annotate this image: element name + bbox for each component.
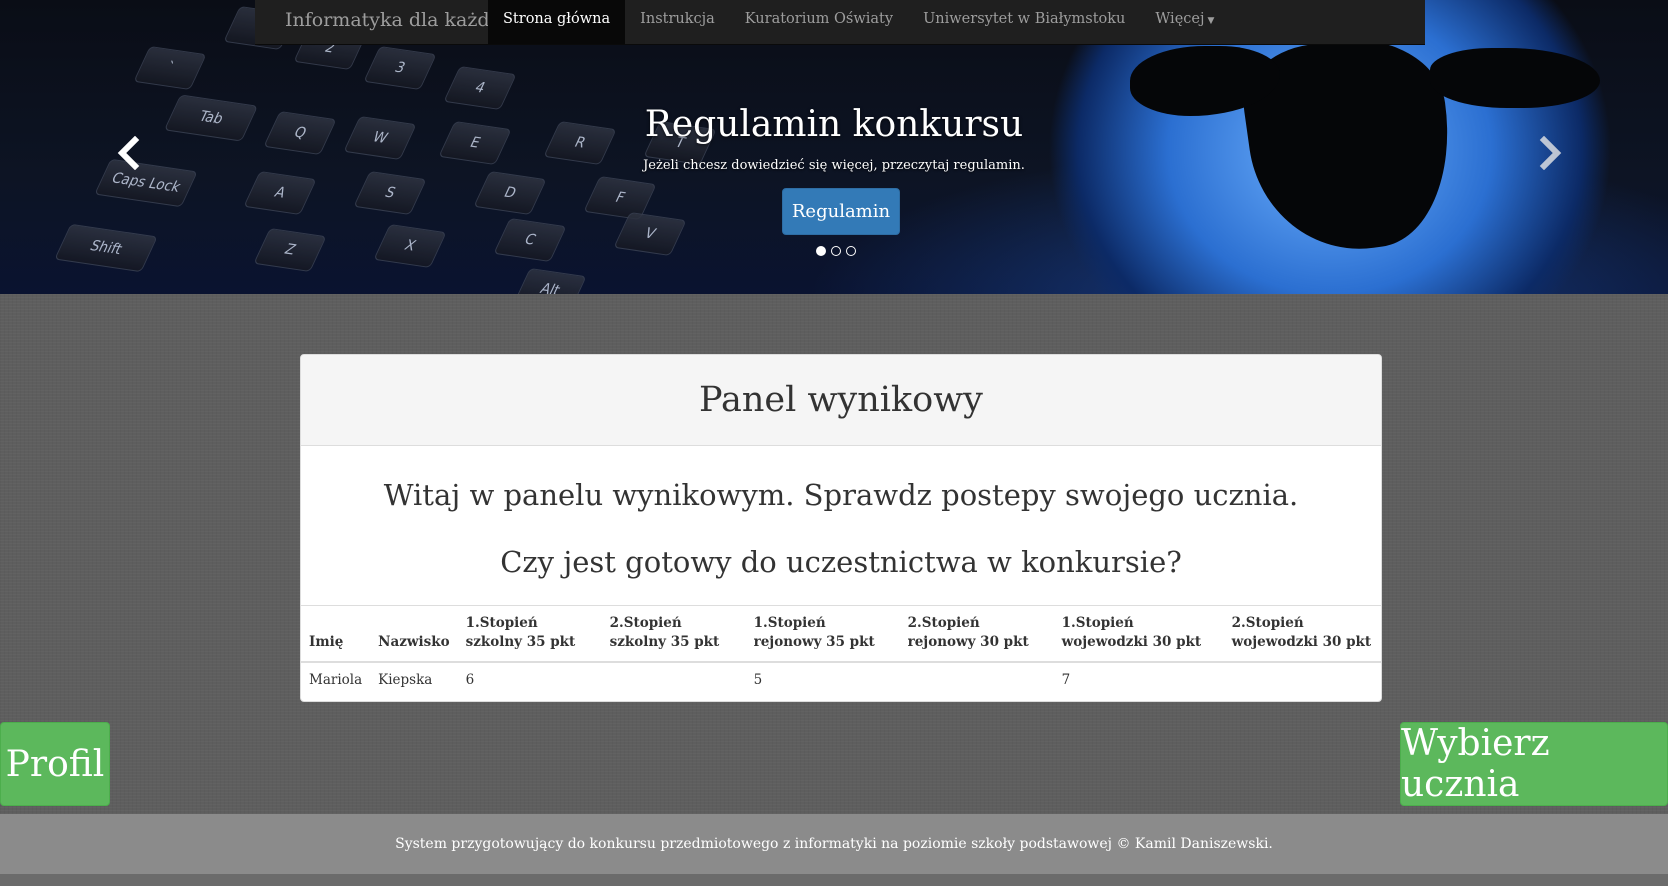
footer-bottom-bar	[0, 874, 1668, 886]
question-text: Czy jest gotowy do uczestnictwa w konkur…	[500, 545, 1182, 579]
caret-down-icon: ▼	[1207, 16, 1215, 26]
nav-item-more-dropdown[interactable]: Więcej ▼	[1140, 0, 1229, 44]
choose-student-button[interactable]: Wybierz ucznia	[1400, 722, 1668, 806]
footer-text: System przygotowujący do konkursu przedm…	[395, 836, 1273, 852]
column-header: 2.Stopień szkolny 35 pkt	[601, 605, 746, 663]
regulamin-button[interactable]: Regulamin	[782, 188, 900, 235]
profile-button[interactable]: Profil	[0, 722, 110, 806]
nav-item-kuratorium[interactable]: Kuratorium Oświaty	[730, 0, 908, 44]
navbar: Informatyka dla każdego Strona główna In…	[255, 0, 1425, 45]
carousel-indicators	[816, 246, 856, 256]
column-header: 2.Stopień rejonowy 30 pkt	[899, 605, 1054, 663]
table-cell	[1223, 661, 1381, 698]
table-cell: 5	[745, 661, 900, 698]
nav-menu: Strona główna Instrukcja Kuratorium Oświ…	[488, 0, 1229, 44]
table-cell: Mariola	[301, 661, 371, 698]
table-row: Mariola Kiepska 6 5 7	[301, 661, 1381, 698]
panel-heading: Panel wynikowy	[301, 355, 1381, 446]
column-header: Imię	[301, 605, 371, 663]
carousel-subtitle: Jeżeli chcesz dowiedzieć się więcej, prz…	[643, 158, 1025, 173]
carousel-title: Regulamin konkursu	[644, 104, 1024, 145]
results-panel: Panel wynikowy Witaj w panelu wynikowym.…	[300, 354, 1382, 702]
welcome-text: Witaj w panelu wynikowym. Sprawdz postep…	[383, 478, 1299, 512]
table-cell	[601, 661, 746, 698]
carousel-indicator[interactable]	[816, 246, 826, 256]
column-header: 1.Stopień szkolny 35 pkt	[457, 605, 602, 663]
nav-item-instructions[interactable]: Instrukcja	[625, 0, 730, 44]
table-cell: 7	[1053, 661, 1224, 698]
globe-continent-shape	[1430, 48, 1600, 108]
nav-item-more-label: Więcej	[1155, 11, 1205, 27]
table-cell	[899, 661, 1054, 698]
nav-item-home[interactable]: Strona główna	[488, 0, 626, 44]
column-header: Nazwisko	[370, 605, 458, 663]
nav-item-university[interactable]: Uniwersytet w Białymstoku	[908, 0, 1140, 44]
table-cell: 6	[457, 661, 602, 698]
carousel-indicator[interactable]	[831, 246, 841, 256]
table-cell: Kiepska	[370, 661, 458, 698]
table-header-row: Imię Nazwisko 1.Stopień szkolny 35 pkt 2…	[301, 605, 1381, 663]
carousel-indicator[interactable]	[846, 246, 856, 256]
footer: System przygotowujący do konkursu przedm…	[0, 814, 1668, 874]
results-table: Imię Nazwisko 1.Stopień szkolny 35 pkt 2…	[301, 605, 1381, 698]
column-header: 1.Stopień wojewodzki 30 pkt	[1053, 605, 1224, 663]
column-header: 2.Stopień wojewodzki 30 pkt	[1223, 605, 1381, 663]
column-header: 1.Stopień rejonowy 35 pkt	[745, 605, 900, 663]
